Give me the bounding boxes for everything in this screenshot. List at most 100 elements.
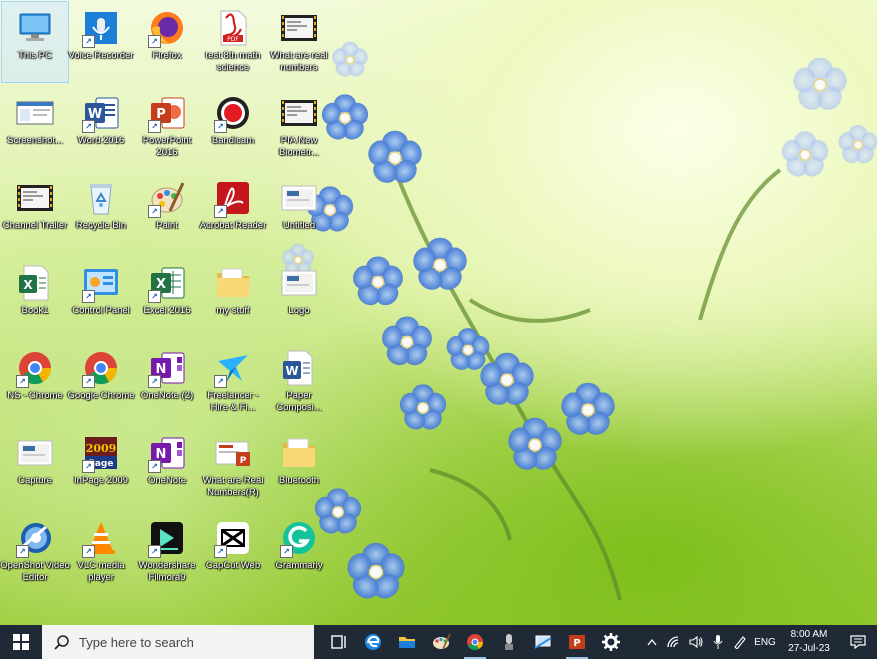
desktop-icon-voice-recorder[interactable]: ↗ Voice Recorder [68,2,134,82]
desktop-icon-label: Bandicam [211,135,255,146]
powerpoint-icon: P [569,635,585,649]
desktop-icon-image: PDF [213,8,253,48]
desktop-icon-test-8th-math-science[interactable]: PDF test 8th math science [200,2,266,82]
desktop-icon-label: Freelancer - Hire & Fi... [207,390,259,413]
taskbar-app-file-explorer[interactable] [390,625,424,659]
taskbar-app-voice-recorder[interactable] [492,625,526,659]
wallpaper-flower [561,382,615,435]
desktop-icon-untitled[interactable]: Untitled [266,172,332,252]
desktop-icon-channel-trailer[interactable]: Channel Trailer [2,172,68,252]
taskbar-app-task-view[interactable] [322,625,356,659]
svg-text:2009: 2009 [86,442,117,455]
taskbar-app-screen-tool[interactable] [526,625,560,659]
taskbar-app-paint[interactable] [424,625,458,659]
search-icon [54,634,69,650]
wallpaper-flower [793,57,847,110]
wifi-icon [667,636,679,648]
desktop-icon-wondershare-filmora9[interactable]: ↗ Wondershare Filmora9 [134,512,200,592]
desktop-icon-image: ↗ [81,348,121,388]
svg-text:P: P [240,456,247,466]
this-pc-icon [19,13,51,41]
desktop-icon-capcut-web[interactable]: ↗ CapCut Web [200,512,266,592]
taskbar-search-box[interactable]: Type here to search [42,625,314,659]
volume-button[interactable] [685,625,707,659]
desktop-icon-firefox[interactable]: ↗ Firefox [134,2,200,82]
desktop-icon-freelancer-hire-fi[interactable]: ↗ Freelancer - Hire & Fi... [200,342,266,422]
shortcut-arrow-icon: ↗ [214,120,227,133]
desktop-icon-recycle-bin[interactable]: Recycle Bin [68,172,134,252]
desktop-icon-image: ↗ [147,518,187,558]
desktop-icon-image: W [279,348,319,388]
shortcut-arrow-icon: ↗ [280,545,293,558]
desktop-icon-image [279,178,319,218]
desktop-icon-label: Acrobat Reader [199,220,267,231]
desktop-icon-bluetooth[interactable]: Bluetooth [266,427,332,507]
desktop-icon-image [279,8,319,48]
microphone-icon [713,635,723,649]
folder-icon [217,268,249,297]
desktop-icon-onenote-2[interactable]: N ↗ OneNote (2) [134,342,200,422]
desktop-icon-this-pc[interactable]: This PC [1,1,69,83]
taskbar-app-settings[interactable] [594,625,628,659]
desktop-icon-grammarly[interactable]: ↗ Grammarly [266,512,332,592]
desktop-icon-word-2016[interactable]: W ↗ Word 2016 [68,87,134,167]
image-file-icon [17,440,53,466]
notification-icon [850,635,866,649]
taskbar-app-chrome[interactable] [458,625,492,659]
desktop-icon-vlc-media-player[interactable]: ↗ VLC media player [68,512,134,592]
wallpaper-flower [353,256,403,306]
desktop-icon-inpage-2009[interactable]: 2009 Page ↗ InPage 2009 [68,427,134,507]
file-explorer-icon [399,637,415,648]
shortcut-arrow-icon: ↗ [82,545,95,558]
desktop-icon-capture[interactable]: Capture [2,427,68,507]
desktop-icon-image: ↗ [81,518,121,558]
desktop-icon-image: N ↗ [147,433,187,473]
desktop-icon-control-panel[interactable]: ↗ Control Panel [68,257,134,337]
desktop-icon-logo[interactable]: Logo [266,257,332,337]
desktop-icon-what-are-real-numbers-r[interactable]: P What are Real Numbers(R) [200,427,266,507]
desktop-icon-google-chrome[interactable]: ↗ Google Chrome [67,342,135,422]
shortcut-arrow-icon: ↗ [148,375,161,388]
desktop-icon-excel-2016[interactable]: X ↗ Excel 2016 [134,257,200,337]
show-hidden-icons-button[interactable] [641,625,663,659]
start-button[interactable] [0,625,42,659]
paint-icon [433,633,451,650]
desktop-icon-label: OneNote (2) [140,390,194,401]
desktop-icon-image: ↗ [15,518,55,558]
desktop-icon-openshot-video-editor[interactable]: ↗ OpenShot Video Editor [0,512,70,592]
svg-text:PDF: PDF [227,36,239,43]
shortcut-arrow-icon: ↗ [82,375,95,388]
desktop-icon-label: OpenShot Video Editor [0,560,70,583]
shortcut-arrow-icon: ↗ [214,545,227,558]
taskbar-app-edge[interactable] [356,625,390,659]
desktop-icon-powerpoint-2016[interactable]: P ↗ PowerPoint 2016 [134,87,200,167]
desktop-icon-ns-chrome[interactable]: ↗ NS - Chrome [2,342,68,422]
recycle-bin-icon [90,184,112,215]
desktop-icon-bandicam[interactable]: ↗ Bandicam [200,87,266,167]
desktop-icon-my-stuff[interactable]: my stuff [200,257,266,337]
language-indicator[interactable]: ENG [751,637,779,648]
desktop-icon-screenshot[interactable]: Screenshot... [2,87,68,167]
desktop-icon-pia-new-biometr[interactable]: PIA New Biometr... [266,87,332,167]
desktop-icon-image: P [213,433,253,473]
taskbar-app-powerpoint[interactable]: P [560,625,594,659]
desktop-icon-image: ↗ [81,8,121,48]
notification-center-button[interactable] [839,625,877,659]
desktop-icon-image: ↗ [279,518,319,558]
microphone-button[interactable] [707,625,729,659]
desktop-icon-label: PowerPoint 2016 [142,135,192,158]
wallpaper-flower [480,352,534,405]
desktop-icon-what-are-real-numbers[interactable]: What are real numbers [266,2,332,82]
pdf-file-icon: PDF [220,10,247,46]
desktop-icon-book1[interactable]: X Book1 [2,257,68,337]
desktop-icon-paper-composi[interactable]: W Paper Composi... [266,342,332,422]
clock[interactable]: 8:00 AM 27-Jul-23 [779,628,839,656]
desktop-icon-label: CapCut Web [205,560,261,571]
screenshot-file-icon [16,101,54,125]
pen-button[interactable] [729,625,751,659]
wallpaper-flower [368,130,422,183]
desktop-icon-acrobat-reader[interactable]: ↗ Acrobat Reader [200,172,266,252]
desktop-icon-paint[interactable]: ↗ Paint [134,172,200,252]
network-button[interactable] [663,625,685,659]
desktop-icon-onenote[interactable]: N ↗ OneNote [134,427,200,507]
